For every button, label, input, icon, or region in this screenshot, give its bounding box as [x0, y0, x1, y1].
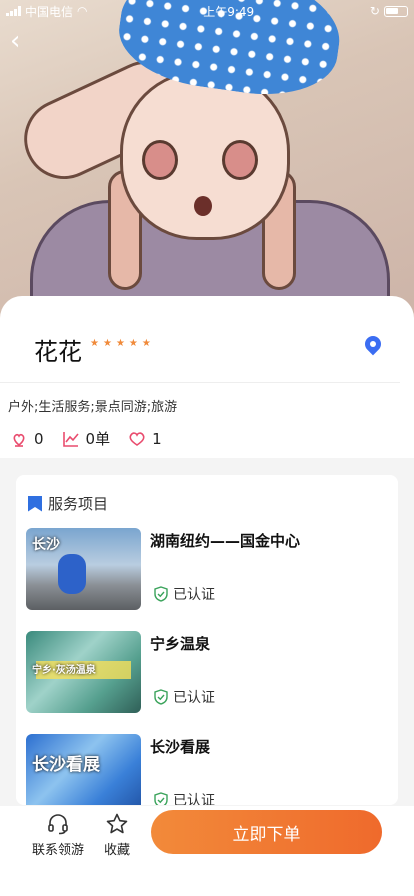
signal-icon — [6, 6, 21, 16]
orders-stat: 0单 — [62, 428, 111, 449]
service-title: 湖南纽约——国金中心 — [150, 532, 301, 550]
services-title: 服务项目 — [48, 495, 109, 513]
flower-icon — [13, 433, 25, 447]
service-thumbnail: 长沙 — [26, 528, 141, 610]
verified-label: 已认证 — [173, 690, 215, 706]
contact-guide-button[interactable]: 联系领游 — [32, 812, 84, 858]
favorite-label: 收藏 — [104, 843, 131, 858]
service-thumbnail: 宁乡·灰汤温泉 — [26, 631, 141, 713]
battery-icon — [383, 5, 408, 17]
bottom-action-bar: 联系领游 收藏 立即下单 — [0, 806, 414, 896]
services-header: 服务项目 — [28, 493, 108, 514]
verified-badge: 已认证 — [154, 687, 215, 707]
contact-label: 联系领游 — [32, 843, 85, 858]
profile-card: 花花 ★ ★ ★ ★ ★ 户外;生活服务;景点同游;旅游 0 0单 1 — [0, 296, 414, 458]
provider-name: 花花 — [34, 338, 82, 366]
rating-stars: ★ ★ ★ ★ ★ — [90, 338, 151, 349]
likes-stat: 1 — [128, 430, 162, 448]
star-icon: ★ — [128, 338, 138, 349]
hero-illustration-eye — [222, 140, 258, 180]
service-title: 长沙看展 — [150, 738, 211, 756]
orders-count: 0单 — [85, 430, 111, 448]
favorites-stat: 0 — [10, 430, 44, 448]
trend-chart-icon — [62, 431, 79, 447]
place-order-button[interactable]: 立即下单 — [151, 810, 382, 854]
back-icon[interactable]: ‹ — [10, 28, 36, 56]
likes-count: 1 — [152, 429, 162, 448]
star-outline-icon — [106, 813, 128, 834]
favorite-button[interactable]: 收藏 — [104, 812, 130, 858]
heart-icon — [129, 431, 145, 446]
carrier-label: 中国电信 — [25, 4, 74, 19]
star-icon: ★ — [90, 338, 99, 349]
headset-icon — [48, 814, 68, 835]
shield-check-icon — [154, 792, 168, 805]
service-item[interactable]: 长沙看展 长沙看展 已认证 — [26, 734, 386, 805]
provider-tags: 户外;生活服务;景点同游;旅游 — [8, 400, 178, 415]
orientation-lock-icon: ↻ — [369, 4, 380, 18]
status-bar: 中国电信 ◠ 上午9:49 ↻ — [0, 0, 414, 22]
star-icon: ★ — [102, 338, 112, 349]
shield-check-icon — [154, 689, 168, 705]
verified-badge: 已认证 — [154, 790, 215, 805]
shield-check-icon — [154, 586, 168, 602]
verified-badge: 已认证 — [154, 584, 215, 604]
star-icon: ★ — [115, 338, 125, 349]
status-time: 上午9:49 — [203, 4, 255, 19]
hero-illustration-mouth — [194, 196, 212, 216]
divider — [0, 382, 400, 383]
service-title: 宁乡温泉 — [150, 635, 211, 653]
thumbnail-text: 长沙看展 — [32, 755, 100, 775]
thumbnail-text: 长沙 — [32, 537, 60, 553]
favorites-count: 0 — [34, 429, 44, 448]
hero-image — [0, 0, 414, 320]
verified-label: 已认证 — [173, 793, 215, 805]
wifi-icon: ◠ — [77, 4, 88, 18]
thumbnail-text: 宁乡·灰汤温泉 — [32, 665, 96, 676]
verified-label: 已认证 — [173, 587, 215, 603]
hero-illustration-eye — [142, 140, 178, 180]
services-card: 服务项目 长沙 湖南纽约——国金中心 已认证 宁乡·灰汤温泉 宁乡温泉 已认证 … — [16, 475, 398, 805]
provider-stats: 0 0单 1 — [10, 428, 162, 449]
location-pin-icon[interactable] — [361, 332, 385, 356]
service-thumbnail: 长沙看展 — [26, 734, 141, 805]
service-item[interactable]: 宁乡·灰汤温泉 宁乡温泉 已认证 — [26, 631, 386, 713]
service-item[interactable]: 长沙 湖南纽约——国金中心 已认证 — [26, 528, 386, 610]
star-icon: ★ — [141, 338, 151, 349]
bookmark-icon — [28, 495, 42, 512]
